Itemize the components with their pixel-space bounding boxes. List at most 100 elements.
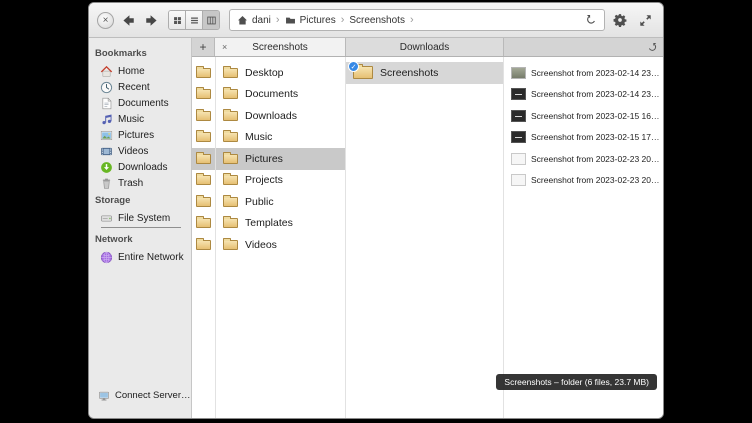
gear-icon xyxy=(613,13,627,27)
forward-button[interactable] xyxy=(142,11,160,29)
connect-server-label: Connect Server… xyxy=(115,390,191,401)
sidebar-item-music[interactable]: Music xyxy=(89,111,191,127)
film-icon xyxy=(100,145,113,158)
file-row[interactable]: Screenshot from 2023-02-14 23… xyxy=(504,62,663,84)
back-arrow-icon xyxy=(121,13,136,28)
place-row-downloads[interactable]: Downloads xyxy=(216,105,345,127)
sidebar-item-downloads[interactable]: Downloads xyxy=(89,159,191,175)
place-label: Pictures xyxy=(245,153,283,165)
file-row[interactable]: Screenshot from 2023-02-23 20… xyxy=(504,148,663,170)
strip-row[interactable] xyxy=(192,84,215,106)
file-name: Screenshot from 2023-02-23 20… xyxy=(531,154,660,164)
strip-row[interactable] xyxy=(192,170,215,192)
folder-icon xyxy=(196,89,211,99)
sidebar-item-pictures[interactable]: Pictures xyxy=(89,127,191,143)
breadcrumb-home[interactable]: dani xyxy=(237,15,271,26)
file-name: Screenshot from 2023-02-14 23… xyxy=(531,68,660,78)
sidebar-item-recent[interactable]: Recent xyxy=(89,79,191,95)
grid-view-button[interactable] xyxy=(169,11,186,29)
tab-history-button[interactable] xyxy=(641,38,663,56)
file-thumbnail xyxy=(511,174,526,186)
sidebar-item-trash[interactable]: Trash xyxy=(89,175,191,191)
file-row[interactable]: Screenshot from 2023-02-14 23… xyxy=(504,84,663,106)
place-row-public[interactable]: Public xyxy=(216,191,345,213)
list-view-button[interactable] xyxy=(186,11,203,29)
fullscreen-button[interactable] xyxy=(635,10,655,30)
sidebar-item-videos[interactable]: Videos xyxy=(89,143,191,159)
file-name: Screenshot from 2023-02-23 20… xyxy=(531,175,660,185)
folder-label: Screenshots xyxy=(380,67,438,79)
breadcrumb-label: Pictures xyxy=(300,15,336,26)
globe-icon xyxy=(100,251,113,264)
place-label: Downloads xyxy=(245,110,297,122)
tab-downloads[interactable]: Downloads xyxy=(346,38,504,56)
back-button[interactable] xyxy=(119,11,137,29)
settings-button[interactable] xyxy=(610,10,630,30)
folder-icon xyxy=(285,15,296,26)
folder-icon xyxy=(223,240,238,250)
folder-icon xyxy=(196,240,211,250)
column-screenshots: Screenshot from 2023-02-14 23… Screensho… xyxy=(504,57,663,418)
sidebar-item-filesystem[interactable]: File System xyxy=(89,210,191,226)
main-area: + × Screenshots Downloads xyxy=(192,38,663,418)
list-icon xyxy=(189,15,200,26)
sidebar-item-label: Pictures xyxy=(118,130,154,141)
window-close-button[interactable]: × xyxy=(97,12,114,29)
place-label: Music xyxy=(245,131,272,143)
breadcrumb-label: Screenshots xyxy=(349,15,405,26)
column-view-button[interactable] xyxy=(203,11,219,29)
file-name: Screenshot from 2023-02-15 16… xyxy=(531,111,660,121)
sidebar-item-entire-network[interactable]: Entire Network xyxy=(89,249,191,265)
breadcrumb-screenshots[interactable]: Screenshots xyxy=(349,15,405,26)
file-row[interactable]: Screenshot from 2023-02-23 20… xyxy=(504,170,663,192)
strip-row-selected[interactable] xyxy=(192,148,215,170)
music-note-icon xyxy=(100,113,113,126)
place-label: Desktop xyxy=(245,67,284,79)
column-pictures: ✓ Screenshots xyxy=(346,57,504,418)
photo-icon xyxy=(100,129,113,142)
folder-row-screenshots[interactable]: ✓ Screenshots xyxy=(346,62,503,84)
path-bar[interactable]: dani › Pictures › Screenshots › xyxy=(229,9,605,31)
tab-screenshots[interactable]: × Screenshots xyxy=(215,38,346,56)
status-tooltip: Screenshots – folder (6 files, 23.7 MB) xyxy=(496,374,657,390)
strip-row[interactable] xyxy=(192,127,215,149)
refresh-icon xyxy=(585,14,597,26)
view-switcher xyxy=(168,10,220,30)
download-circle-icon xyxy=(100,161,113,174)
columns-icon xyxy=(206,15,217,26)
file-row[interactable]: Screenshot from 2023-02-15 16… xyxy=(504,105,663,127)
folder-icon xyxy=(196,218,211,228)
refresh-button[interactable] xyxy=(585,14,597,26)
place-row-documents[interactable]: Documents xyxy=(216,84,345,106)
tab-close-icon[interactable]: × xyxy=(222,42,227,52)
folder-icon xyxy=(196,175,211,185)
breadcrumb-pictures[interactable]: Pictures xyxy=(285,15,336,26)
sidebar-item-home[interactable]: Home xyxy=(89,63,191,79)
place-label: Templates xyxy=(245,217,293,229)
new-tab-button[interactable]: + xyxy=(192,38,215,56)
strip-row[interactable] xyxy=(192,105,215,127)
place-row-desktop[interactable]: Desktop xyxy=(216,62,345,84)
connect-server-button[interactable]: Connect Server… xyxy=(89,387,191,404)
strip-row[interactable] xyxy=(192,234,215,256)
strip-row[interactable] xyxy=(192,191,215,213)
strip-row[interactable] xyxy=(192,62,215,84)
history-icon xyxy=(647,42,658,53)
strip-row[interactable] xyxy=(192,213,215,235)
sidebar-item-label: Home xyxy=(118,66,145,77)
place-label: Videos xyxy=(245,239,277,251)
place-row-videos[interactable]: Videos xyxy=(216,234,345,256)
sidebar-item-label: Entire Network xyxy=(118,252,184,263)
place-row-pictures[interactable]: Pictures xyxy=(216,148,345,170)
place-row-music[interactable]: Music xyxy=(216,127,345,149)
sidebar-item-documents[interactable]: Documents xyxy=(89,95,191,111)
file-row[interactable]: Screenshot from 2023-02-15 17… xyxy=(504,127,663,149)
home-icon xyxy=(237,15,248,26)
folder-icon xyxy=(223,218,238,228)
file-thumbnail xyxy=(511,88,526,100)
place-label: Projects xyxy=(245,174,283,186)
sidebar-item-label: Trash xyxy=(118,178,143,189)
place-row-projects[interactable]: Projects xyxy=(216,170,345,192)
place-row-templates[interactable]: Templates xyxy=(216,213,345,235)
folder-icon xyxy=(196,132,211,142)
